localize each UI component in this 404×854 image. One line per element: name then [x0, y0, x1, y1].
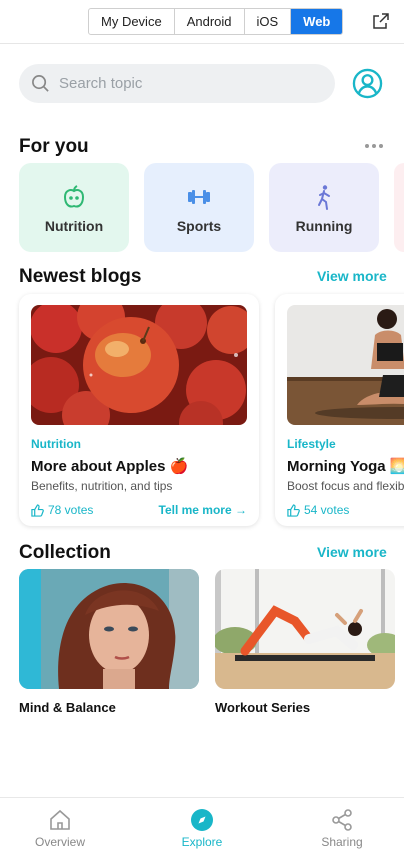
share-icon [332, 809, 352, 831]
search-bar [19, 64, 335, 103]
thumbs-up-icon [31, 503, 44, 517]
category-card-running[interactable]: Running [269, 163, 379, 252]
category-label: Running [295, 218, 353, 234]
category-card-sports[interactable]: Sports [144, 163, 254, 252]
collection-label: Workout Series [215, 700, 311, 715]
nav-label: Sharing [321, 835, 363, 849]
collection-view-more-link[interactable]: View more [317, 544, 387, 560]
blogs-view-more-link[interactable]: View more [317, 268, 387, 284]
nav-item-overview[interactable]: Overview [0, 798, 120, 854]
nav-item-explore[interactable]: Explore [142, 798, 262, 854]
bottom-navigation: Overview Explore Sharing [0, 797, 404, 854]
collection-image-workout-series[interactable] [215, 569, 395, 689]
collection-image-mind-balance[interactable] [19, 569, 199, 689]
device-segmented-control: My Device Android iOS Web [88, 8, 344, 35]
app-screen: My Device Android iOS Web For you Nutrit… [0, 0, 404, 854]
device-option-web[interactable]: Web [291, 9, 343, 34]
blog-card-yoga[interactable]: Lifestyle Morning Yoga 🌅 Boost focus and… [275, 294, 404, 526]
blog-title: More about Apples 🍎 [31, 458, 189, 475]
device-option-my-device[interactable]: My Device [89, 9, 175, 34]
collection-heading: Collection [19, 542, 111, 563]
blog-card-apples[interactable]: Nutrition More about Apples 🍎 Benefits, … [19, 294, 259, 526]
thumbs-up-icon [287, 503, 300, 517]
nav-label: Explore [181, 835, 223, 849]
category-label: Sports [176, 218, 222, 234]
external-link-icon[interactable] [372, 12, 390, 30]
apple-icon [63, 185, 85, 208]
device-option-android[interactable]: Android [175, 9, 245, 34]
home-icon [50, 809, 70, 830]
blog-category: Nutrition [31, 437, 81, 451]
collection-label: Mind & Balance [19, 700, 116, 715]
blog-category: Lifestyle [287, 437, 336, 451]
category-card-partial[interactable] [394, 163, 404, 252]
for-you-heading: For you [19, 136, 89, 157]
blog-votes[interactable]: 54 votes [287, 503, 349, 517]
tell-me-more-link[interactable]: Tell me more → [159, 503, 247, 517]
category-card-nutrition[interactable]: Nutrition [19, 163, 129, 252]
more-options-icon[interactable] [364, 143, 384, 149]
blog-description: Boost focus and flexibility [287, 479, 404, 493]
blog-title: Morning Yoga 🌅 [287, 458, 404, 475]
nav-label: Overview [34, 835, 85, 849]
newest-blogs-heading: Newest blogs [19, 266, 142, 287]
votes-count: 54 votes [304, 503, 350, 517]
category-label: Nutrition [44, 218, 104, 234]
blog-image-yoga [287, 305, 404, 425]
votes-count: 78 votes [48, 503, 94, 517]
device-bar: My Device Android iOS Web [0, 0, 404, 44]
device-option-ios[interactable]: iOS [245, 9, 292, 34]
blog-description: Benefits, nutrition, and tips [31, 479, 173, 493]
dumbbell-icon [188, 190, 210, 204]
blog-image-apples [31, 305, 247, 425]
profile-avatar-icon[interactable] [352, 68, 383, 99]
running-icon [318, 185, 330, 210]
search-input[interactable] [59, 64, 319, 103]
search-icon [32, 75, 49, 92]
nav-item-sharing[interactable]: Sharing [282, 798, 402, 854]
blog-votes[interactable]: 78 votes [31, 503, 93, 517]
compass-icon [191, 809, 213, 831]
